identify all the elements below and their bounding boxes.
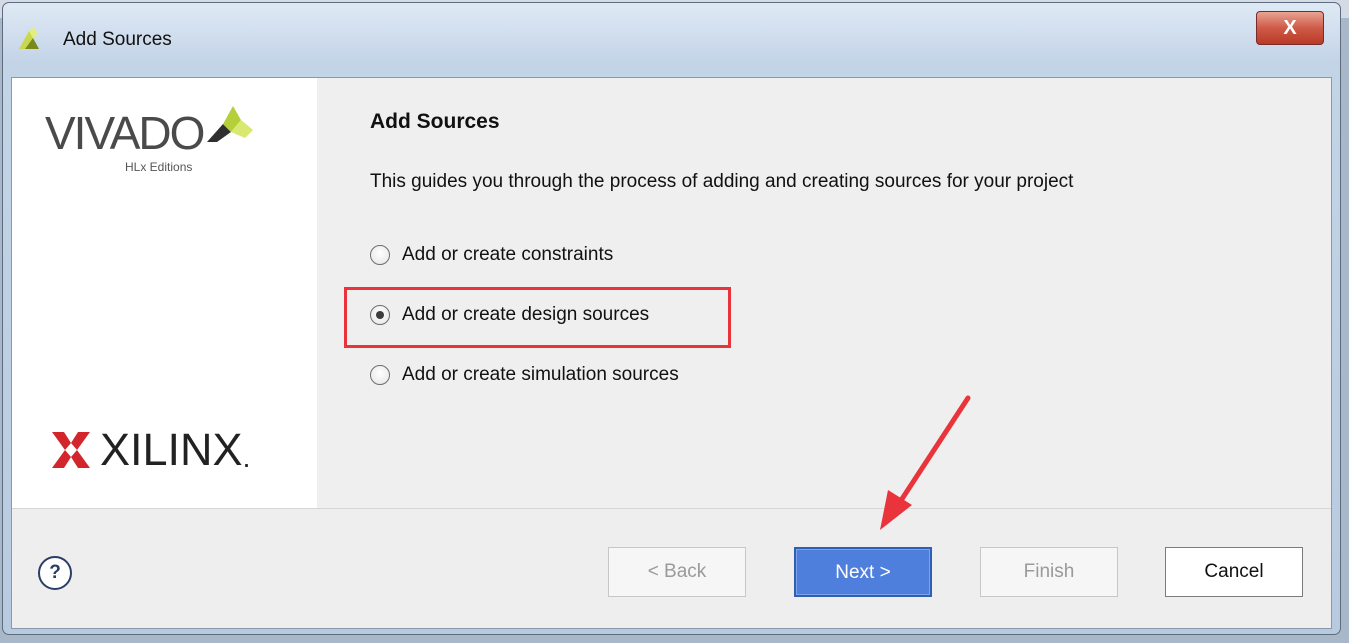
- page-heading: Add Sources: [370, 110, 500, 133]
- close-button[interactable]: X: [1256, 11, 1324, 45]
- vivado-logo-text: VIVADO: [45, 107, 205, 159]
- xilinx-mark-icon: [52, 432, 90, 468]
- radio-simulation-sources[interactable]: [370, 365, 390, 385]
- page-description: This guides you through the process of a…: [370, 171, 1074, 192]
- xilinx-logo-dot: .: [242, 442, 251, 473]
- option-constraints-label[interactable]: Add or create constraints: [402, 244, 613, 266]
- next-button[interactable]: Next >: [794, 547, 932, 597]
- option-constraints[interactable]: Add or create constraints: [370, 244, 613, 266]
- add-sources-dialog: Add Sources X VIVADO HLx Editions XILINX…: [2, 2, 1341, 635]
- radio-constraints[interactable]: [370, 245, 390, 265]
- content-panel: Add Sources This guides you through the …: [317, 78, 1331, 508]
- help-button[interactable]: ?: [38, 556, 72, 590]
- edition-label: HLx Editions: [125, 160, 193, 174]
- button-bar: ? < Back Next > Finish Cancel: [12, 509, 1331, 628]
- vivado-app-icon: [19, 27, 39, 49]
- vivado-logo-mark: [207, 106, 253, 142]
- cancel-button[interactable]: Cancel: [1165, 547, 1303, 597]
- option-design-sources[interactable]: Add or create design sources: [370, 304, 649, 326]
- option-simulation-sources-label[interactable]: Add or create simulation sources: [402, 364, 679, 386]
- dialog-client-area: VIVADO HLx Editions XILINX . Add Sources…: [11, 77, 1332, 629]
- xilinx-logo-text: XILINX: [100, 424, 243, 475]
- radio-design-sources[interactable]: [370, 305, 390, 325]
- xilinx-logo: XILINX .: [52, 424, 250, 476]
- window-title: Add Sources: [63, 29, 172, 50]
- finish-button[interactable]: Finish: [980, 547, 1118, 597]
- title-bar: Add Sources X: [3, 3, 1340, 73]
- option-simulation-sources[interactable]: Add or create simulation sources: [370, 364, 679, 386]
- vivado-logo: VIVADO: [45, 106, 253, 160]
- branding-panel: VIVADO HLx Editions XILINX .: [12, 78, 317, 508]
- option-design-sources-label[interactable]: Add or create design sources: [402, 304, 649, 326]
- back-button[interactable]: < Back: [608, 547, 746, 597]
